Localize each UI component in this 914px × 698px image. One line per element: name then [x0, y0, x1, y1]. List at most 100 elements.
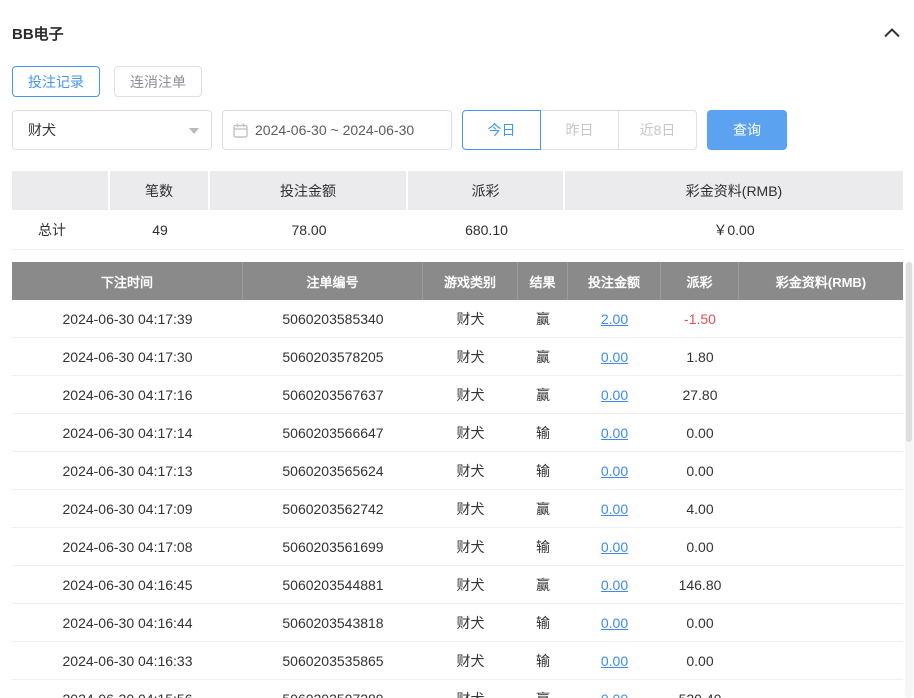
chevron-down-icon [189, 128, 199, 134]
summary-header-bet-amount: 投注金额 [210, 171, 408, 210]
cell-bet-time: 2024-06-30 04:17:14 [62, 424, 193, 441]
cell-payout: 0.00 [686, 462, 714, 479]
bet-amount-link[interactable]: 0.00 [601, 501, 628, 517]
table-row: 2024-06-30 04:17:08 5060203561699 财犬 输 0.00 0… [12, 528, 903, 566]
cell-bet-amount: 0.00 [568, 376, 661, 413]
cell-game-type: 财犬 [456, 500, 485, 517]
cell-bonus [739, 452, 903, 489]
cell-payout: 146.80 [678, 576, 722, 593]
cell-order-id: 5060203578205 [282, 348, 384, 365]
vertical-scrollbar[interactable] [905, 262, 913, 698]
col-header-payout: 派彩 [661, 262, 739, 300]
summary-header-bonus: 彩金资料(RMB) [685, 182, 783, 199]
bet-amount-link[interactable]: 0.00 [601, 691, 628, 698]
cell-order-id: 5060203535865 [282, 652, 384, 669]
tab-cancelled-orders[interactable]: 连消注单 [114, 66, 202, 97]
cell-bet-time: 2024-06-30 04:16:44 [62, 614, 193, 631]
bet-amount-link[interactable]: 0.00 [601, 577, 628, 593]
summary-header-row: 笔数 投注金额 派彩 彩金资料(RMB) [12, 171, 903, 210]
cell-bet-amount: 0.00 [568, 604, 661, 641]
cell-result: 输 [536, 462, 550, 479]
game-select-value: 财犬 [28, 122, 56, 138]
collapse-button[interactable] [881, 22, 903, 44]
cell-result: 输 [536, 614, 550, 631]
col-header-game-type: 游戏类别 [423, 262, 518, 300]
cell-bonus [739, 300, 903, 337]
cell-result: 赢 [536, 348, 550, 365]
bet-amount-link[interactable]: 0.00 [601, 387, 628, 403]
summary-total-label: 总计 [38, 221, 66, 238]
cell-bet-amount: 0.00 [568, 528, 661, 565]
cell-bet-time: 2024-06-30 04:17:13 [62, 462, 193, 479]
cell-payout: 0.00 [686, 538, 714, 555]
cell-order-id: 5060203507289 [243, 680, 423, 698]
table-row: 2024-06-30 04:15:565060203507289财犬赢 0.00 5… [12, 680, 903, 698]
cell-game-type: 财犬 [456, 386, 485, 403]
cell-order-id: 5060203544881 [282, 576, 384, 593]
cell-result: 赢 [518, 680, 568, 698]
cell-order-id: 5060203561699 [282, 538, 384, 555]
table-row: 2024-06-30 04:17:14 5060203566647 财犬 输 0.00 0… [12, 414, 903, 452]
col-header-bet-amount: 投注金额 [568, 262, 661, 300]
cell-bet-amount: 0.00 [568, 452, 661, 489]
cell-bonus [739, 528, 903, 565]
bet-amount-link[interactable]: 0.00 [601, 425, 628, 441]
record-tabs: 投注记录 连消注单 [12, 66, 903, 97]
cell-payout: 520.40 [661, 680, 739, 698]
bet-amount-link[interactable]: 2.00 [601, 311, 628, 327]
bet-amount-link[interactable]: 0.00 [601, 349, 628, 365]
cell-order-id: 5060203585340 [282, 310, 384, 327]
cell-bonus [739, 566, 903, 603]
cell-bet-amount: 0.00 [568, 338, 661, 375]
chevron-up-icon [884, 28, 900, 38]
cell-game-type: 财犬 [456, 310, 485, 327]
betting-records-panel: BB电子 投注记录 连消注单 财犬 2024-06-30 ~ 2024-06-3… [0, 0, 914, 698]
quick-date-group: 今日 昨日 近8日 [462, 110, 697, 150]
yesterday-button[interactable]: 昨日 [540, 110, 619, 150]
bet-amount-link[interactable]: 0.00 [601, 539, 628, 555]
cell-payout: 1.80 [686, 348, 714, 365]
bet-amount-link[interactable]: 0.00 [601, 615, 628, 631]
cell-bet-time: 2024-06-30 04:17:16 [62, 386, 193, 403]
page-title: BB电子 [12, 25, 64, 43]
cell-result: 赢 [536, 576, 550, 593]
tab-bet-records[interactable]: 投注记录 [12, 66, 100, 97]
cell-game-type: 财犬 [456, 614, 485, 631]
table-row: 2024-06-30 04:17:09 5060203562742 财犬 赢 0.00 4… [12, 490, 903, 528]
table-row: 2024-06-30 04:17:30 5060203578205 财犬 赢 0.00 1… [12, 338, 903, 376]
table-row: 2024-06-30 04:17:13 5060203565624 财犬 输 0.00 0… [12, 452, 903, 490]
col-header-time: 下注时间 [12, 262, 243, 300]
scrollbar-thumb[interactable] [906, 262, 912, 442]
today-button[interactable]: 今日 [462, 110, 541, 150]
cell-bet-time: 2024-06-30 04:15:56 [12, 680, 243, 698]
bet-amount-link[interactable]: 0.00 [601, 463, 628, 479]
last-8-days-button[interactable]: 近8日 [618, 110, 697, 150]
cell-bet-amount: 0.00 [568, 414, 661, 451]
cell-order-id: 5060203562742 [282, 500, 384, 517]
panel-header: BB电子 [12, 0, 903, 44]
cell-bet-amount: 0.00 [568, 680, 661, 698]
table-row: 2024-06-30 04:17:16 5060203567637 财犬 赢 0.00 2… [12, 376, 903, 414]
cell-bonus [739, 680, 903, 698]
cell-bonus [739, 338, 903, 375]
cell-game-type: 财犬 [456, 652, 485, 669]
cell-bonus [739, 490, 903, 527]
cell-result: 输 [536, 538, 550, 555]
calendar-icon [233, 123, 248, 138]
search-button[interactable]: 查询 [707, 110, 787, 150]
cell-order-id: 5060203567637 [282, 386, 384, 403]
filter-bar: 财犬 2024-06-30 ~ 2024-06-30 今日 昨日 近8日 查询 [12, 110, 903, 150]
cell-payout: -1.50 [684, 310, 716, 327]
summary-table: 笔数 投注金额 派彩 彩金资料(RMB) 总计 49 78.00 680.10 … [12, 171, 903, 250]
cell-bet-time: 2024-06-30 04:17:09 [62, 500, 193, 517]
bet-amount-link[interactable]: 0.00 [601, 653, 628, 669]
cell-game-type: 财犬 [456, 348, 485, 365]
cell-result: 赢 [536, 310, 550, 327]
cell-order-id: 5060203565624 [282, 462, 384, 479]
cell-bet-time: 2024-06-30 04:17:39 [62, 310, 193, 327]
date-range-input[interactable]: 2024-06-30 ~ 2024-06-30 [222, 110, 452, 150]
table-row: 2024-06-30 04:16:33 5060203535865 财犬 输 0.00 0… [12, 642, 903, 680]
game-select[interactable]: 财犬 [12, 110, 212, 150]
cell-bet-time: 2024-06-30 04:16:45 [62, 576, 193, 593]
cell-bet-amount: 0.00 [568, 566, 661, 603]
